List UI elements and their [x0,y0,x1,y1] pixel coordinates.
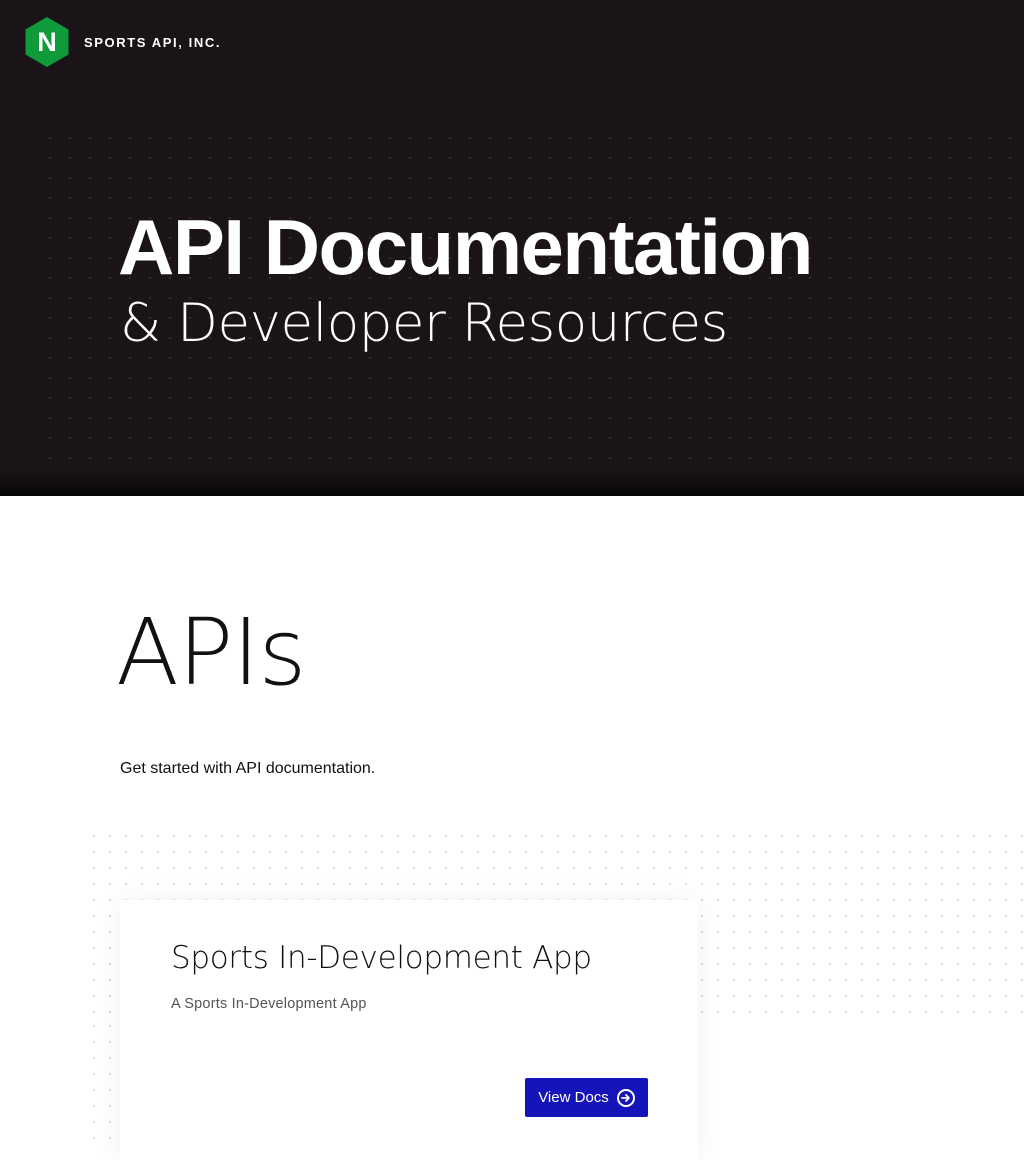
arrow-circle-right-icon [616,1088,635,1107]
nginx-logo-icon: N [25,17,69,67]
brand-name: SPORTS API, INC. [84,34,222,50]
apis-intro-text: Get started with API documentation. [120,760,376,777]
api-card-description: A Sports In-Development App [171,996,367,1012]
view-docs-label: View Docs [538,1089,609,1106]
apis-heading: APIs [116,599,306,706]
hero-banner: N SPORTS API, INC. API Documentation & D… [0,0,1024,496]
api-card-title: Sports In-Development App [171,940,592,976]
brand-home-link[interactable]: N SPORTS API, INC. [24,16,221,68]
page-subtitle: & Developer Resources [120,293,728,354]
view-docs-button[interactable]: View Docs [525,1078,648,1117]
page-title: API Documentation [118,203,813,291]
logo-letter: N [37,27,57,57]
api-card: Sports In-Development App A Sports In-De… [120,900,698,1160]
